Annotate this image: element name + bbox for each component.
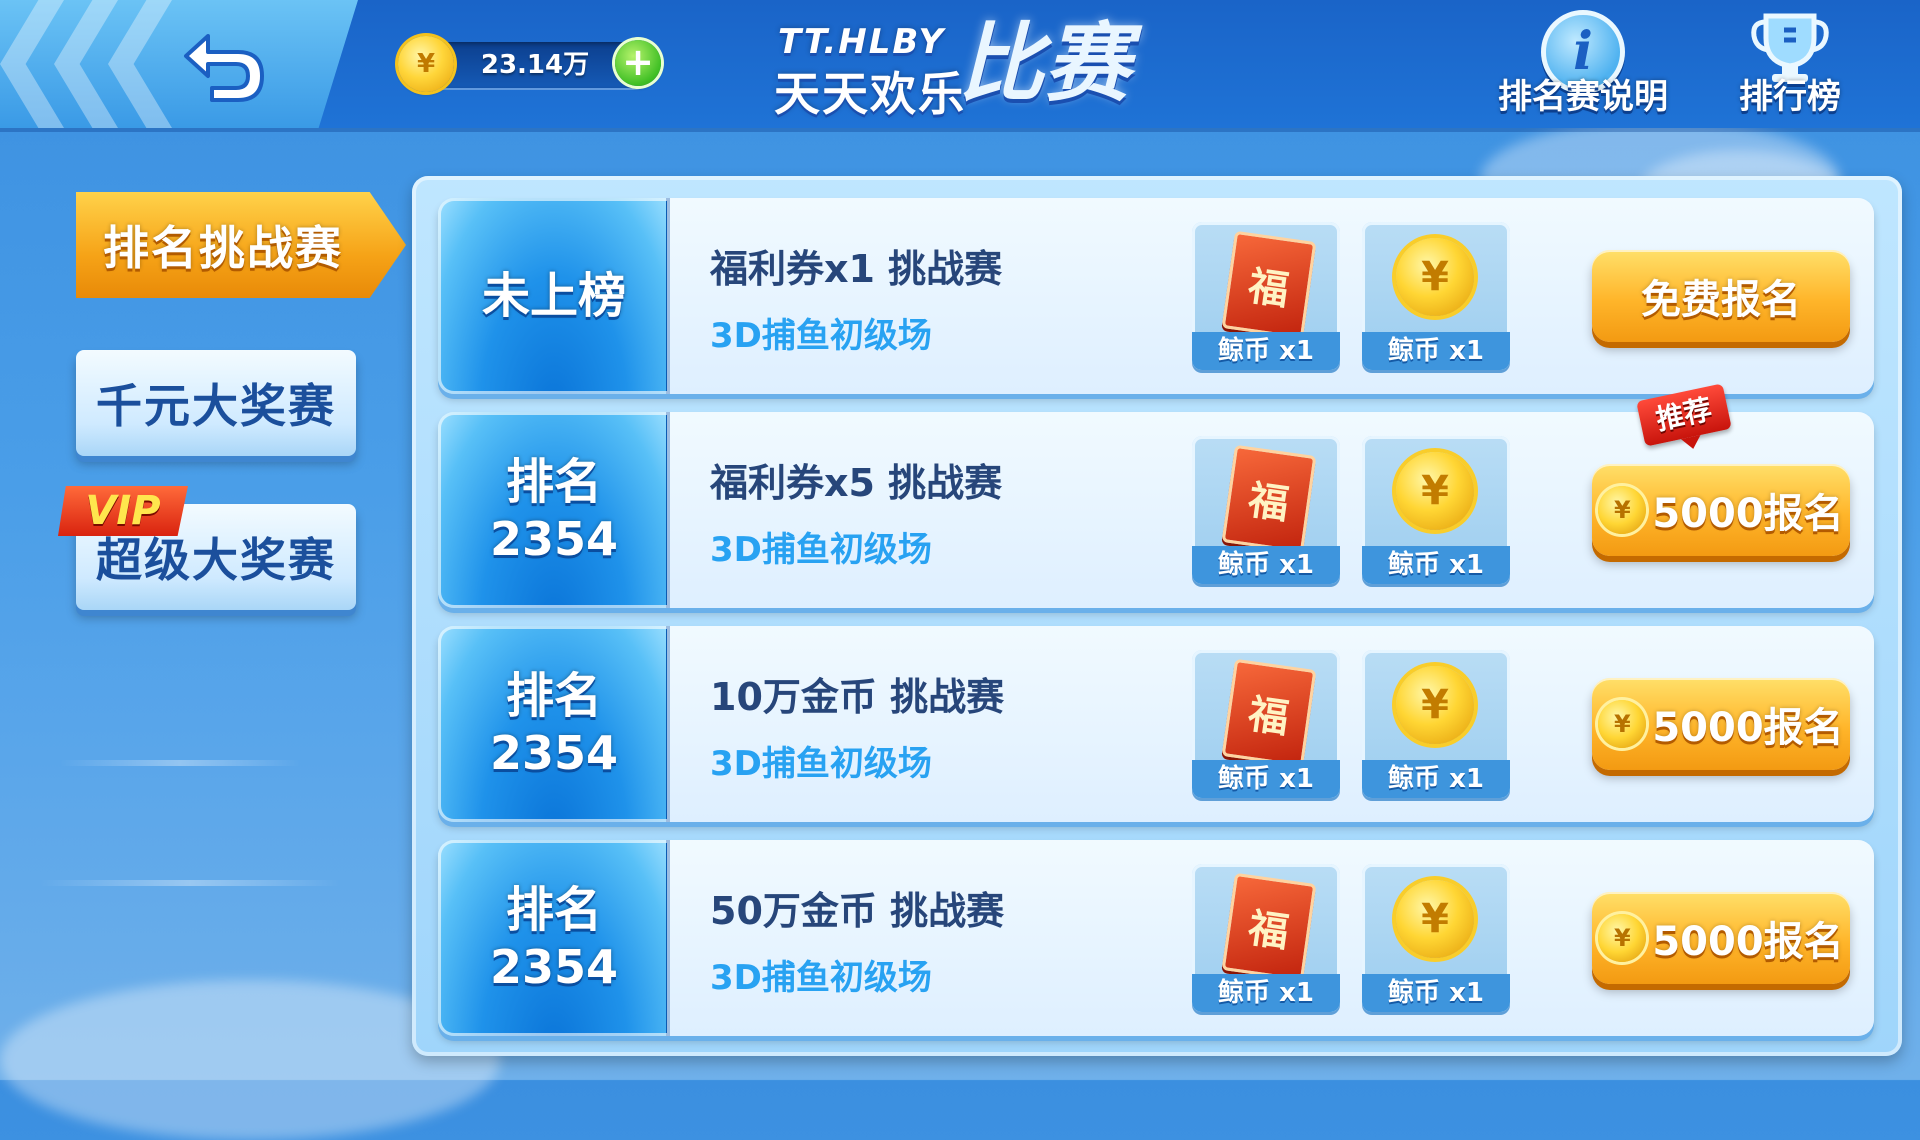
tournament-venue: 3D捕鱼初级场 — [710, 958, 932, 998]
coin-signup-button[interactable]: ¥ 5000报名 — [1592, 464, 1850, 556]
rank-box: 排名 2354 — [438, 840, 670, 1036]
signup-label: 5000报名 — [1652, 705, 1844, 751]
add-coins-button[interactable]: + — [615, 40, 661, 86]
top-bar: ¥ 23.14万 + TT.HLBY 天天欢乐 比赛 i 排名赛说明 排行榜 — [0, 0, 1920, 128]
signup-label: 5000报名 — [1652, 491, 1844, 537]
reward-caption: 鲸币 x1 — [1192, 546, 1340, 584]
logo-english-text: TT.HLBY — [778, 22, 946, 62]
leaderboard-label: 排行榜 — [1739, 77, 1841, 117]
fu-voucher-icon: 福 — [1221, 444, 1317, 554]
fu-voucher-icon: 福 — [1221, 658, 1317, 768]
logo-big-text: 比赛 — [958, 14, 1130, 114]
reward-coin: ¥ 鲸币 x1 — [1362, 864, 1510, 1012]
rank-number: 2354 — [489, 726, 619, 780]
rank-box: 未上榜 — [438, 198, 670, 394]
nav-ranking-challenge[interactable]: 排名挑战赛 — [76, 192, 406, 298]
reward-voucher: 福 鲸币 x1 — [1192, 222, 1340, 370]
game-logo: TT.HLBY 天天欢乐 比赛 — [770, 14, 1150, 121]
rank-box: 排名 2354 — [438, 626, 670, 822]
reward-caption: 鲸币 x1 — [1192, 760, 1340, 798]
gold-coin-icon: ¥ — [1396, 238, 1474, 316]
reward-voucher: 福 鲸币 x1 — [1192, 864, 1340, 1012]
rank-box: 排名 2354 — [438, 412, 670, 608]
rank-label: 排名 — [505, 668, 602, 724]
gold-coin-icon: ¥ — [1396, 880, 1474, 958]
gold-coin-icon: ¥ — [1598, 700, 1647, 748]
reward-caption: 鲸币 x1 — [1362, 332, 1510, 370]
tournament-title: 50万金币 挑战赛 — [710, 889, 1005, 933]
fu-voucher-icon: 福 — [1221, 230, 1317, 340]
reward-coin: ¥ 鲸币 x1 — [1362, 222, 1510, 370]
coin-balance: 23.14万 — [480, 50, 590, 80]
tournament-venue: 3D捕鱼初级场 — [710, 530, 932, 570]
tournament-title: 10万金币 挑战赛 — [710, 675, 1005, 719]
fu-voucher-icon: 福 — [1221, 872, 1317, 982]
tournament-row: 未上榜 福利券x1 挑战赛 3D捕鱼初级场 福 鲸币 x1 ¥ 鲸币 x1 免费… — [438, 198, 1874, 394]
reward-caption: 鲸币 x1 — [1362, 974, 1510, 1012]
reward-caption: 鲸币 x1 — [1192, 974, 1340, 1012]
rank-number: 2354 — [489, 940, 619, 994]
reward-coin: ¥ 鲸币 x1 — [1362, 650, 1510, 798]
gold-coin-icon: ¥ — [1598, 486, 1647, 534]
rank-number: 2354 — [489, 512, 619, 566]
free-signup-button[interactable]: 免费报名 — [1592, 250, 1850, 342]
rank-label: 排名 — [505, 882, 602, 938]
tournament-title: 福利券x5 挑战赛 — [710, 461, 1003, 505]
leaderboard-button[interactable]: 排行榜 — [1720, 6, 1860, 122]
back-button[interactable] — [178, 26, 268, 106]
back-panel — [0, 0, 358, 128]
gold-coin-icon: ¥ — [398, 36, 454, 92]
signup-label: 免费报名 — [1641, 277, 1801, 323]
nav-item-label: 排名挑战赛 — [103, 221, 343, 275]
gold-coin-icon: ¥ — [1396, 452, 1474, 530]
coin-signup-button[interactable]: ¥ 5000报名 — [1592, 892, 1850, 984]
chevron-decoration — [108, 0, 172, 128]
tournament-row: 排名 2354 10万金币 挑战赛 3D捕鱼初级场 福 鲸币 x1 ¥ 鲸币 x… — [438, 626, 1874, 822]
reward-caption: 鲸币 x1 — [1362, 546, 1510, 584]
reward-coin: ¥ 鲸币 x1 — [1362, 436, 1510, 584]
nav-item-label: 千元大奖赛 — [96, 379, 336, 433]
reward-voucher: 福 鲸币 x1 — [1192, 436, 1340, 584]
tournament-venue: 3D捕鱼初级场 — [710, 744, 932, 784]
ranking-rules-label: 排名赛说明 — [1498, 77, 1668, 117]
logo-chinese-text: 天天欢乐 — [774, 67, 966, 121]
background-streak — [40, 880, 340, 886]
rank-label: 未上榜 — [481, 268, 626, 324]
coin-signup-button[interactable]: ¥ 5000报名 — [1592, 678, 1850, 770]
gold-coin-icon: ¥ — [1598, 914, 1647, 962]
gold-coin-icon: ¥ — [1396, 666, 1474, 744]
nav-thousand-prize[interactable]: 千元大奖赛 — [76, 350, 356, 456]
reward-caption: 鲸币 x1 — [1362, 760, 1510, 798]
vip-badge: VIP — [58, 486, 188, 536]
tournament-venue: 3D捕鱼初级场 — [710, 316, 932, 356]
tournament-row: 排名 2354 50万金币 挑战赛 3D捕鱼初级场 福 鲸币 x1 ¥ 鲸币 x… — [438, 840, 1874, 1036]
rank-label: 排名 — [505, 454, 602, 510]
background-streak — [60, 760, 300, 766]
tournament-title: 福利券x1 挑战赛 — [710, 247, 1003, 291]
ranking-rules-button[interactable]: i 排名赛说明 — [1478, 6, 1688, 122]
reward-voucher: 福 鲸币 x1 — [1192, 650, 1340, 798]
back-arrow-icon — [184, 34, 264, 102]
signup-label: 5000报名 — [1652, 919, 1844, 965]
reward-caption: 鲸币 x1 — [1192, 332, 1340, 370]
